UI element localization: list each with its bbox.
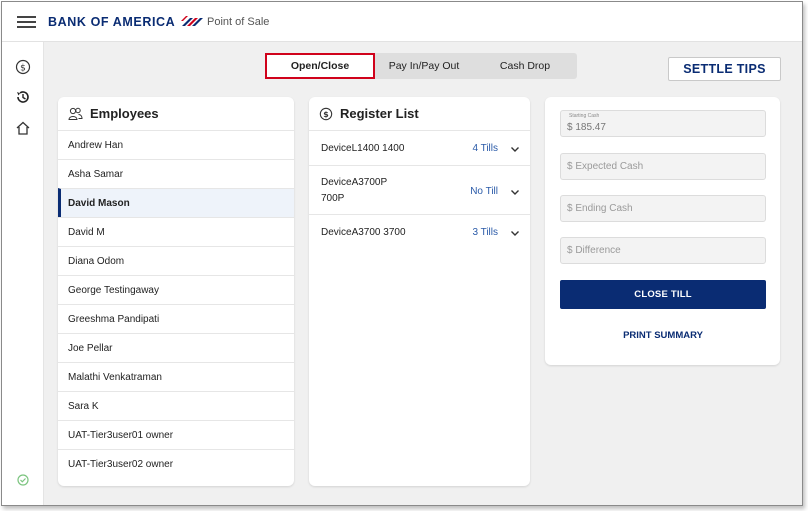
employee-row-david-mason[interactable]: David Mason [58, 188, 294, 217]
chevron-down-icon[interactable] [510, 144, 520, 154]
register-list-panel: $ Register List DeviceL1400 1400 4 Tills… [309, 97, 530, 486]
starting-cash-label: Starting Cash [569, 113, 600, 119]
register-row-a3700p[interactable]: DeviceA3700P 700P No Till [309, 165, 530, 214]
employee-row-george-testingaway[interactable]: George Testingaway [58, 275, 294, 304]
starting-cash-field: Starting Cash $ 185.47 [560, 110, 766, 137]
employee-row-uat-tier3user01[interactable]: UAT-Tier3user01 owner [58, 420, 294, 449]
dollar-circle-icon: $ [319, 107, 333, 120]
starting-cash-value: $ 185.47 [567, 122, 606, 133]
menu-icon[interactable] [17, 16, 36, 28]
brand-name: BANK OF AMERICA [48, 15, 176, 29]
employees-title: Employees [68, 106, 159, 121]
flag-logo-icon [181, 16, 204, 26]
chevron-down-icon[interactable] [510, 228, 520, 238]
left-nav-rail: $ [2, 42, 44, 505]
employee-row-diana-odom[interactable]: Diana Odom [58, 246, 294, 275]
register-row-l1400[interactable]: DeviceL1400 1400 4 Tills [309, 130, 530, 165]
svg-text:$: $ [323, 110, 328, 119]
register-tills: No Till [470, 186, 498, 197]
tab-pay-in-pay-out[interactable]: Pay In/Pay Out [375, 53, 473, 79]
app-window: BANK OF AMERICA Point of Sale $ Open/Clo… [1, 1, 803, 506]
mode-tabs: Open/Close Pay In/Pay Out Cash Drop [265, 53, 577, 79]
employee-row-joe-pellar[interactable]: Joe Pellar [58, 333, 294, 362]
chevron-down-icon[interactable] [510, 187, 520, 197]
ending-cash-field[interactable]: $ Ending Cash [560, 195, 766, 222]
employee-row-malathi-venkatraman[interactable]: Malathi Venkatraman [58, 362, 294, 391]
till-cash-panel: Starting Cash $ 185.47 $ Expected Cash $… [545, 97, 780, 365]
employee-row-andrew-han[interactable]: Andrew Han [58, 130, 294, 159]
svg-text:$: $ [20, 64, 26, 74]
expected-cash-field[interactable]: $ Expected Cash [560, 153, 766, 180]
home-icon[interactable] [15, 120, 31, 136]
people-icon [68, 107, 83, 120]
employee-list: Andrew Han Asha Samar David Mason David … [58, 130, 294, 478]
employee-row-david-m[interactable]: David M [58, 217, 294, 246]
history-icon[interactable] [15, 89, 31, 105]
tab-open-close[interactable]: Open/Close [265, 53, 375, 79]
employee-row-greeshma-pandipati[interactable]: Greeshma Pandipati [58, 304, 294, 333]
register-tills: 4 Tills [472, 143, 498, 154]
register-name-line1: DeviceA3700P [321, 177, 388, 188]
top-bar: BANK OF AMERICA Point of Sale [2, 2, 802, 42]
register-list-title: $ Register List [319, 106, 419, 121]
employees-title-label: Employees [90, 106, 159, 121]
register-row-a3700[interactable]: DeviceA3700 3700 3 Tills [309, 214, 530, 249]
brand-logo: BANK OF AMERICA [48, 15, 204, 29]
print-summary-link[interactable]: PRINT SUMMARY [560, 330, 766, 341]
register-name: DeviceA3700 3700 [321, 227, 406, 238]
tab-cash-drop[interactable]: Cash Drop [473, 53, 577, 79]
settle-tips-button[interactable]: SETTLE TIPS [668, 57, 781, 81]
register-name-line2: 700P [321, 193, 345, 204]
dollar-circle-icon[interactable]: $ [15, 59, 31, 75]
difference-field[interactable]: $ Difference [560, 237, 766, 264]
app-name: Point of Sale [207, 16, 270, 28]
employee-row-uat-tier3user02[interactable]: UAT-Tier3user02 owner [58, 449, 294, 478]
close-till-button[interactable]: CLOSE TILL [560, 280, 766, 309]
employees-panel: Employees Andrew Han Asha Samar David Ma… [58, 97, 294, 486]
check-circle-icon [17, 474, 29, 486]
employee-row-sara-k[interactable]: Sara K [58, 391, 294, 420]
register-tills: 3 Tills [472, 227, 498, 238]
register-name: DeviceL1400 1400 [321, 143, 405, 154]
register-list-title-label: Register List [340, 106, 419, 121]
register-list: DeviceL1400 1400 4 Tills DeviceA3700P 70… [309, 130, 530, 249]
employee-row-asha-samar[interactable]: Asha Samar [58, 159, 294, 188]
